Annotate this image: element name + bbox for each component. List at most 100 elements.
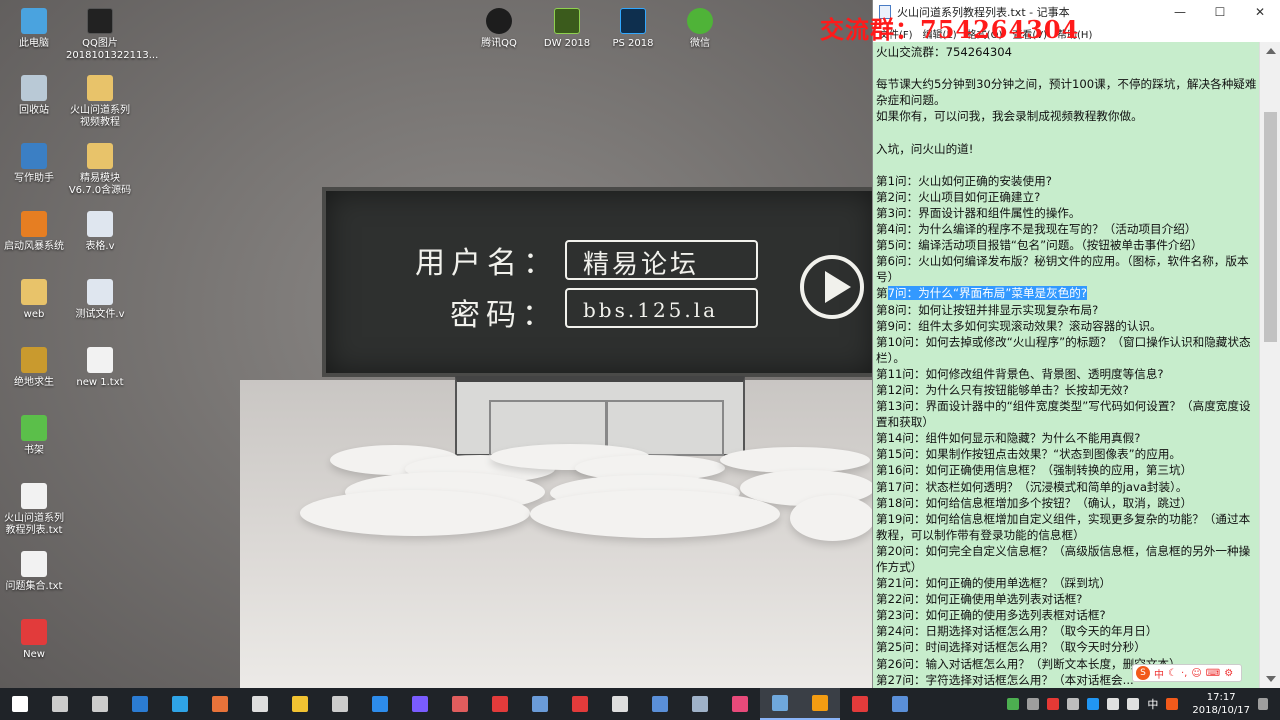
start-button[interactable] [0, 688, 40, 720]
sogou-tray-icon[interactable] [1166, 698, 1179, 710]
clock[interactable]: 17:17 2018/10/17 [1192, 691, 1250, 717]
app-edge[interactable] [120, 688, 160, 720]
ie-icon [172, 696, 188, 712]
desktop-icon-label: 火山问道系列教程列表.txt [4, 513, 64, 536]
desktop-icon-wechat[interactable]: 微信 [666, 8, 734, 50]
photoshop-icon [620, 8, 646, 34]
desktop-icon-new[interactable]: New [0, 619, 68, 661]
scroll-up-icon[interactable] [1266, 48, 1276, 54]
v-file-icon [87, 211, 113, 237]
app-notes[interactable] [280, 688, 320, 720]
minimize-button[interactable]: — [1160, 5, 1200, 19]
close-button[interactable]: ✕ [1240, 5, 1280, 19]
desktop-icon-tutorial-list-txt[interactable]: 火山问道系列教程列表.txt [0, 483, 68, 537]
app-firefox[interactable] [200, 688, 240, 720]
notepad-text-area[interactable]: 火山交流群：754264304 每节课大约5分钟到30分钟之间，预计100课，不停… [873, 42, 1259, 688]
desktop-icon-recycle-bin[interactable]: 回收站 [0, 75, 68, 117]
tray-app-icon[interactable] [1007, 698, 1020, 710]
game-icon [412, 696, 428, 712]
app-tool-m[interactable] [520, 688, 560, 720]
desktop-icon-web[interactable]: web [0, 279, 68, 321]
app-steam[interactable] [680, 688, 720, 720]
show-hidden-icons-icon[interactable] [1067, 698, 1080, 710]
app-calculator[interactable] [320, 688, 360, 720]
scrollbar-thumb[interactable] [1264, 112, 1277, 342]
desktop-icon-this-pc[interactable]: 此电脑 [0, 8, 68, 50]
app-ie[interactable] [160, 688, 200, 720]
app-recorder[interactable] [720, 688, 760, 720]
input-language[interactable]: 中 [1147, 696, 1158, 712]
desktop-icon-label: 回收站 [19, 105, 49, 116]
record-icon [732, 696, 748, 712]
vertical-scrollbar[interactable] [1259, 42, 1280, 688]
desktop-icon-ps-2018[interactable]: PS 2018 [599, 8, 667, 50]
network-icon [652, 696, 668, 712]
scroll-down-icon[interactable] [1266, 676, 1276, 682]
maximize-button[interactable]: ☐ [1200, 5, 1240, 19]
mountain-icon [892, 696, 908, 712]
notepad-text-line: 每节课大约5分钟到30分钟之间，预计100课，不停的踩坑，解决各种疑难杂症和问题… [876, 77, 1257, 108]
play-icon [800, 255, 864, 319]
folder-icon [87, 143, 113, 169]
desktop-icon-table-v[interactable]: 表格.v [66, 211, 134, 253]
notepad-text-line: 第24问：日期选择对话框怎么用？（取今天的年月日） [876, 624, 1158, 639]
ime-emoji-icon[interactable]: ☺ [1191, 668, 1201, 679]
notepad-text-line: 第14问：组件如何显示和隐藏？为什么不能用真假? [876, 431, 1141, 446]
desktop-icon-label: 腾讯QQ [481, 38, 517, 49]
desktop-icon-module-folder[interactable]: 精易模块V6.7.0含源码 [66, 143, 134, 197]
app-orange[interactable] [800, 688, 840, 720]
notepad-text-line: 火山交流群：754264304 [876, 45, 1012, 59]
tray-app-icon[interactable] [1047, 698, 1060, 710]
app-network[interactable] [640, 688, 680, 720]
dreamweaver-icon [554, 8, 580, 34]
desktop-icon-qq-image[interactable]: QQ图片2018101322113... [66, 8, 158, 62]
bluetooth-icon[interactable] [1087, 698, 1100, 710]
app-tool-a[interactable] [480, 688, 520, 720]
pen-icon [21, 143, 47, 169]
steam-icon [692, 696, 708, 712]
notepad-text-line: 第4问：为什么编译的程序不是我现在写的？（活动项目介绍） [876, 222, 1197, 237]
desktop-icon-writing-helper[interactable]: 写作助手 [0, 143, 68, 185]
app-e-lang[interactable] [240, 688, 280, 720]
ime-keyboard-icon[interactable]: ⌨ [1206, 668, 1220, 679]
ime-punct-icon[interactable]: ·, [1181, 668, 1187, 679]
app-task-view[interactable] [80, 688, 120, 720]
desktop-icon-label: 写作助手 [14, 173, 54, 184]
notepad-text-line: 第16问：如何正确使用信息框？（强制转换的应用，第三坑） [876, 463, 1193, 478]
notepad-text-line: 第11问：如何修改组件背景色、背景图、透明度等信息? [876, 366, 1164, 381]
volume-icon[interactable] [1127, 698, 1140, 710]
desktop-icon-label: 启动风暴系统 [4, 241, 64, 252]
ime-settings-icon[interactable]: ⚙ [1224, 668, 1233, 679]
app-tool-v[interactable] [560, 688, 600, 720]
desktop-icon-dw-2018[interactable]: DW 2018 [533, 8, 601, 50]
app-image[interactable] [440, 688, 480, 720]
app-tool-a2[interactable] [840, 688, 880, 720]
desktop-icon-pubg[interactable]: 绝地求生 [0, 347, 68, 389]
desktop-icon-questions-txt[interactable]: 问题集合.txt [0, 551, 68, 593]
notepad-window[interactable]: 火山问道系列教程列表.txt - 记事本 — ☐ ✕ 文件(F) 编辑(E) 格… [872, 0, 1280, 688]
clock-time: 17:17 [1206, 692, 1236, 703]
app-game[interactable] [400, 688, 440, 720]
app-cortana[interactable] [40, 688, 80, 720]
notepad-text-line: 第25问：时间选择对话框怎么用？（取今天时分秒） [876, 640, 1146, 655]
app-teamviewer[interactable] [360, 688, 400, 720]
ime-moon-icon[interactable]: ☾ [1168, 668, 1177, 679]
notepad-text-line: 第8问：如何让按钮并排显示实现复杂布局? [876, 302, 1099, 317]
app-notepad[interactable] [760, 688, 800, 720]
desktop-icon-video-folder[interactable]: 火山问道系列视频教程 [66, 75, 134, 129]
desktop-icon-tencent-qq[interactable]: 腾讯QQ [465, 8, 533, 50]
desktop-icon-new1-txt[interactable]: new 1.txt [66, 347, 134, 389]
network-icon[interactable] [1107, 698, 1120, 710]
desktop-icon-label: 书架 [24, 445, 44, 456]
desktop-icon-storm-system[interactable]: 启动风暴系统 [0, 211, 68, 253]
app-tool-a3[interactable] [880, 688, 920, 720]
app-capture[interactable] [600, 688, 640, 720]
tray-app-icon[interactable] [1027, 698, 1040, 710]
desktop-icon-label: 此电脑 [19, 38, 49, 49]
notepad-text-line: 第23问：如何正确的使用多选列表框对话框? [876, 608, 1106, 623]
desktop-icon-bookshelf[interactable]: 书架 [0, 415, 68, 457]
clock-date: 2018/10/17 [1192, 705, 1250, 716]
desktop-icon-test-v[interactable]: 测试文件.v [66, 279, 134, 321]
ime-toolbar[interactable]: S 中 ☾ ·, ☺ ⌨ ⚙ [1132, 664, 1242, 682]
notification-center-icon[interactable] [1258, 698, 1268, 710]
